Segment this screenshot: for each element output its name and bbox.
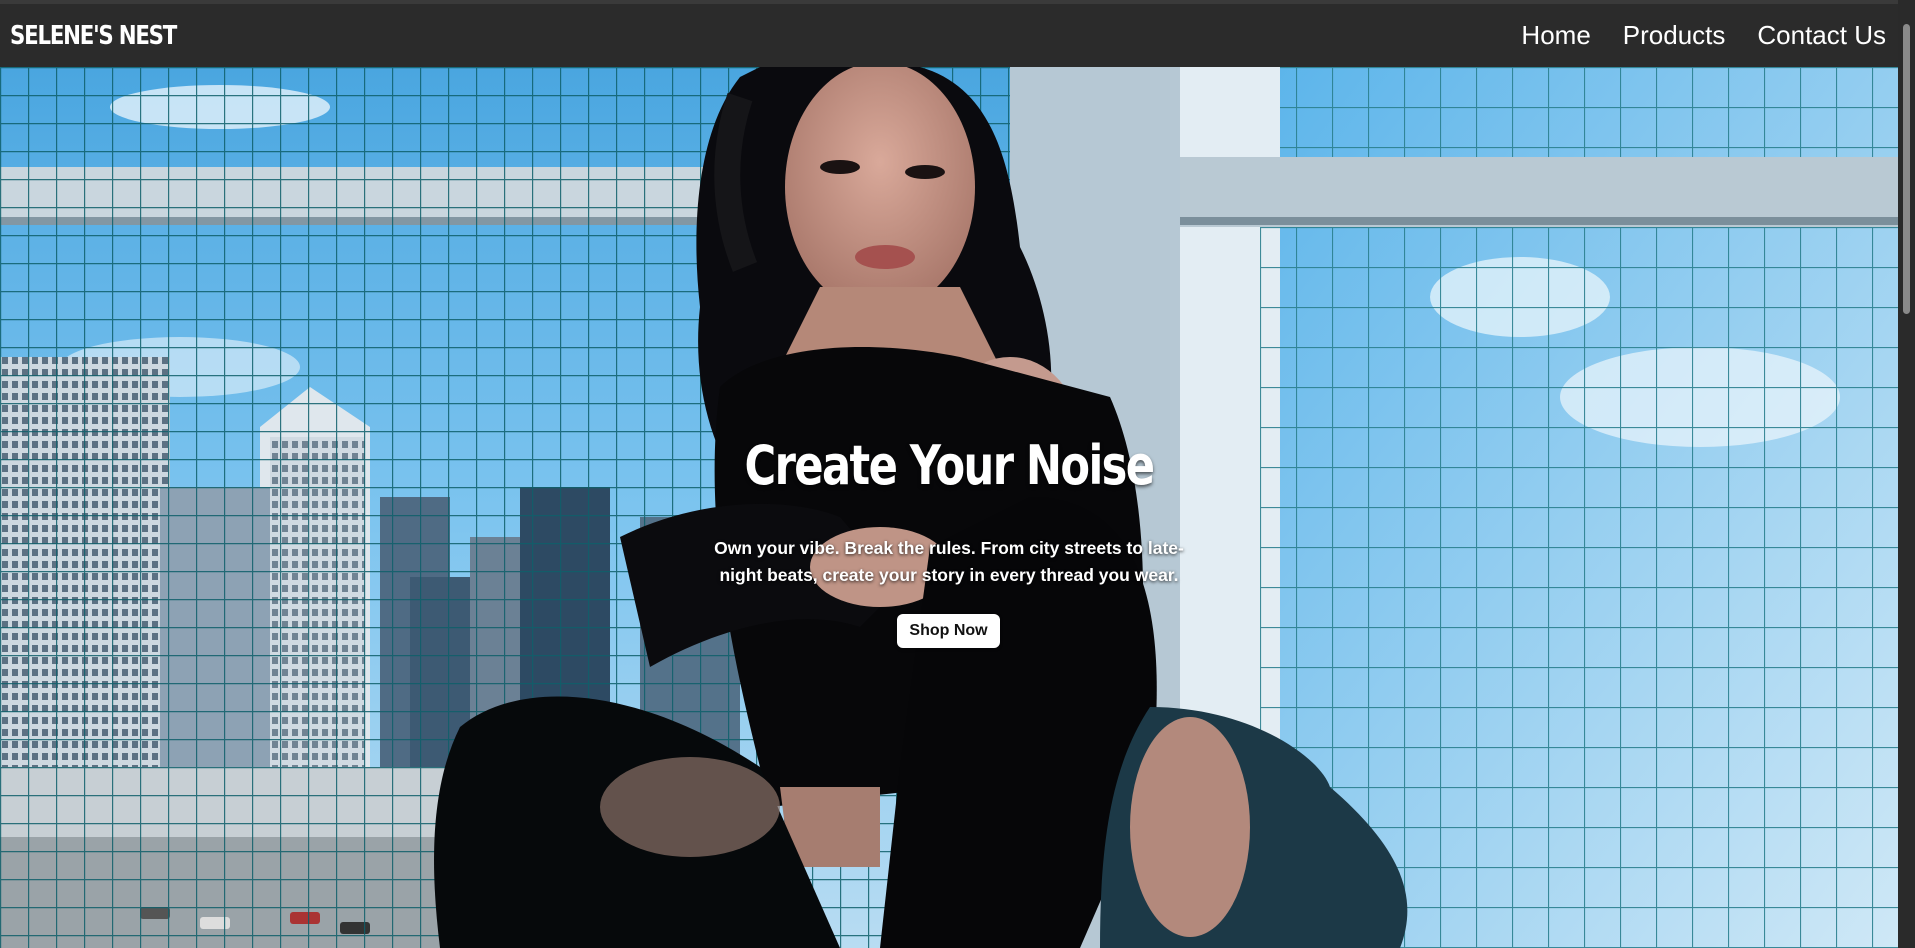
page: SELENE'S NEST Home Products Contact Us C… <box>0 0 1915 948</box>
brand-logo[interactable]: SELENE'S NEST <box>10 21 177 51</box>
page-scrollbar[interactable] <box>1898 0 1915 948</box>
hero-description: Own your vibe. Break the rules. From cit… <box>714 537 1184 585</box>
hero-section: Create Your Noise Own your vibe. Break t… <box>0 67 1898 948</box>
hero-title: Create Your Noise <box>744 434 1156 497</box>
nav-link-products[interactable]: Products <box>1623 20 1726 51</box>
nav-link-home[interactable]: Home <box>1521 20 1590 51</box>
scrollbar-thumb[interactable] <box>1903 24 1910 314</box>
nav-link-contact[interactable]: Contact Us <box>1757 20 1886 51</box>
nav-links: Home Products Contact Us <box>1521 20 1886 51</box>
top-navbar: SELENE'S NEST Home Products Contact Us <box>0 0 1898 67</box>
shop-now-button[interactable]: Shop Now <box>897 614 1000 648</box>
hero-photo <box>0 67 1898 948</box>
